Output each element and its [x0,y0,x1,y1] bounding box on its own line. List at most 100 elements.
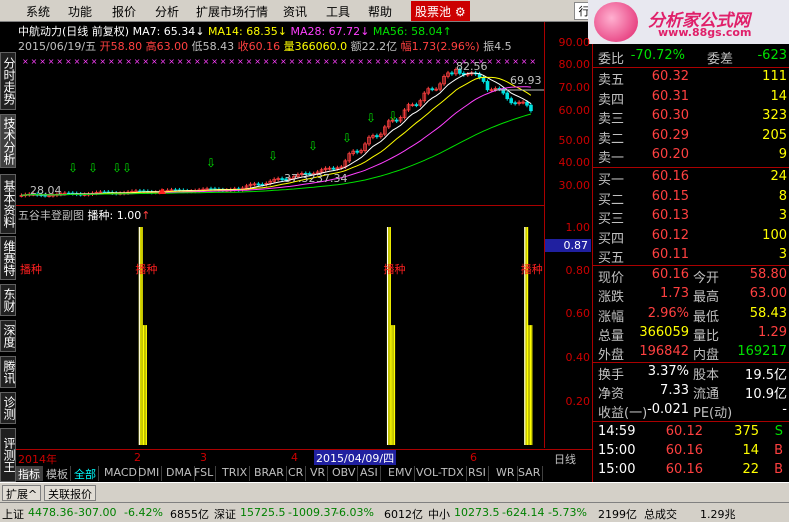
indicator-tab[interactable]: TRIX [220,466,251,481]
indicator-tab[interactable]: WR [494,466,518,481]
indicator-tab[interactable]: 模板 [44,466,71,481]
stat-value: 366059 [639,324,689,340]
candle-body [513,102,517,105]
chart-info-line: 中航动力(日线 前复权) MA7: 65.34↓ MA14: 68.35↓ MA… [18,23,452,39]
tab-diagnosis[interactable]: 诊测 [0,392,16,424]
down-arrow-icon: ↓ [195,25,205,38]
signal-marker: × [435,57,442,66]
y-tick: 50.00 [558,134,591,147]
indicator-tab[interactable]: OBV [330,466,359,481]
bid-volume: 24 [770,169,787,184]
index-ticker-bar: 上证 4478.36 -307.00 -6.42% 6855亿 深证 15725… [0,502,789,522]
indicator-tab[interactable]: VOL-TDX [414,466,467,481]
down-arrow-icon: ↓ [277,25,287,38]
stat-label: 现价 [598,271,625,286]
indicator-tab[interactable]: RSI [466,466,489,481]
price-axis: 90.00 80.00 70.00 60.00 50.00 40.00 30.0… [544,22,592,448]
signal-marker: × [495,57,502,66]
bid-price: 60.13 [651,208,689,223]
up-arrow-icon: ↑ [442,25,452,38]
ticker-sh-amount: 6855亿 [170,508,209,521]
indicator-tab[interactable]: VR [308,466,329,481]
candle-body [414,104,419,107]
buy-signal-arrow-icon: ⇩ [268,149,278,163]
expand-button[interactable]: 扩展^ [2,485,42,501]
buy-signal-arrow-icon: ⇩ [88,161,98,175]
sub-indicator-chart[interactable]: 播种 播种 播种 播种 [16,207,544,447]
related-quote-tab[interactable]: 关联报价 [44,485,96,501]
indicator-tab[interactable]: 全部 [72,466,99,481]
menu-tools[interactable]: 工具 [326,3,350,20]
signal-marker: × [392,57,399,66]
indicator-tab[interactable]: CR [286,466,307,481]
tab-ratings[interactable]: 评测王 [0,428,16,482]
bid-row: 买一 60.16 24 [593,169,789,188]
tab-dongcai[interactable]: 东财 [0,284,16,316]
ask-volume: 14 [770,88,787,104]
signal-marker: × [400,57,407,66]
logo-url: www.88gs.com [658,26,752,39]
menu-news[interactable]: 资讯 [283,3,307,20]
tick-price: 60.16 [665,443,703,458]
signal-marker: × [306,57,313,66]
ticker-zx-label: 中小 [428,508,450,521]
bid-price: 60.11 [651,247,689,262]
bid-label: 买一 [598,173,625,188]
menu-extended-market[interactable]: 扩展市场行情 [196,3,268,20]
ask-label: 卖三 [598,112,625,127]
signal-marker: × [108,57,115,66]
stock-pool-button[interactable]: 股票池 ⚙ [411,1,470,21]
tick-row: 15:00 60.16 22 B [593,462,789,481]
indicator-tab[interactable]: 指标 [16,466,43,481]
tick-time: 15:00 [598,462,636,477]
indicator-tab[interactable]: BRAR [252,466,287,481]
tick-time: 14:59 [598,424,636,439]
divider [593,167,789,168]
y-tick: 0.80 [565,264,591,277]
menu-help[interactable]: 帮助 [368,3,392,20]
signal-label: 播种 [521,262,543,276]
menu-system[interactable]: 系统 [26,3,50,20]
signal-marker: × [418,57,425,66]
stat-label: 量比 [693,328,720,344]
fundamental-row: 换手 3.37% 股本 19.5亿 [593,364,789,383]
signal-marker: × [512,57,519,66]
signal-marker: × [22,57,29,66]
indicator-tab-bar: 指标 模板 全部 MACD DMI DMA FSL TRIX BRAR CR VR OBV ASI EMV… [16,465,592,482]
indicator-tab[interactable]: ASI [358,466,381,481]
indicator-tab[interactable]: FSL [192,466,217,481]
tick-row: 15:00 60.16 14 B [593,443,789,462]
indicator-tab[interactable]: SAR [516,466,544,481]
indicator-tab[interactable]: DMA [164,466,195,481]
ask-price: 60.29 [651,127,689,143]
ask-label: 卖二 [598,131,625,147]
indicator-tab[interactable]: MACD [102,466,140,481]
signal-marker: × [375,57,382,66]
menu-quote[interactable]: 报价 [112,3,136,20]
tick-price: 60.12 [665,424,703,439]
signal-marker: × [280,57,287,66]
tab-intraday[interactable]: 分时走势 [0,52,16,110]
signal-marker: × [185,57,192,66]
tab-weisaite[interactable]: 维赛特 [0,236,16,280]
buy-signal-arrow-icon: ⇩ [366,111,376,125]
menu-analysis[interactable]: 分析 [155,3,179,20]
menu-function[interactable]: 功能 [68,3,92,20]
tab-tencent[interactable]: 腾讯 [0,356,16,388]
ask-volume: 9 [778,147,787,162]
indicator-tab[interactable]: EMV [386,466,415,481]
candle-body [481,76,486,82]
date-label: 6 [470,451,477,464]
tab-fundamentals[interactable]: 基本资料 [0,174,16,234]
stat-value: 2.96% [647,305,689,321]
tab-depth[interactable]: 深度 [0,320,16,352]
date-axis: 2014年 2 3 4 2015/04/09/四 6 日线 [16,449,592,466]
tab-technical[interactable]: 技术分析 [0,114,16,168]
candle-body [375,135,379,138]
weibi-value: -70.72% [630,48,685,63]
indicator-tab[interactable]: DMI [136,466,163,481]
fundamental-value: 19.5亿 [745,368,787,383]
fundamental-value: - [782,402,787,417]
signal-marker: × [177,57,184,66]
fundamental-label: PE(动) [693,406,733,421]
